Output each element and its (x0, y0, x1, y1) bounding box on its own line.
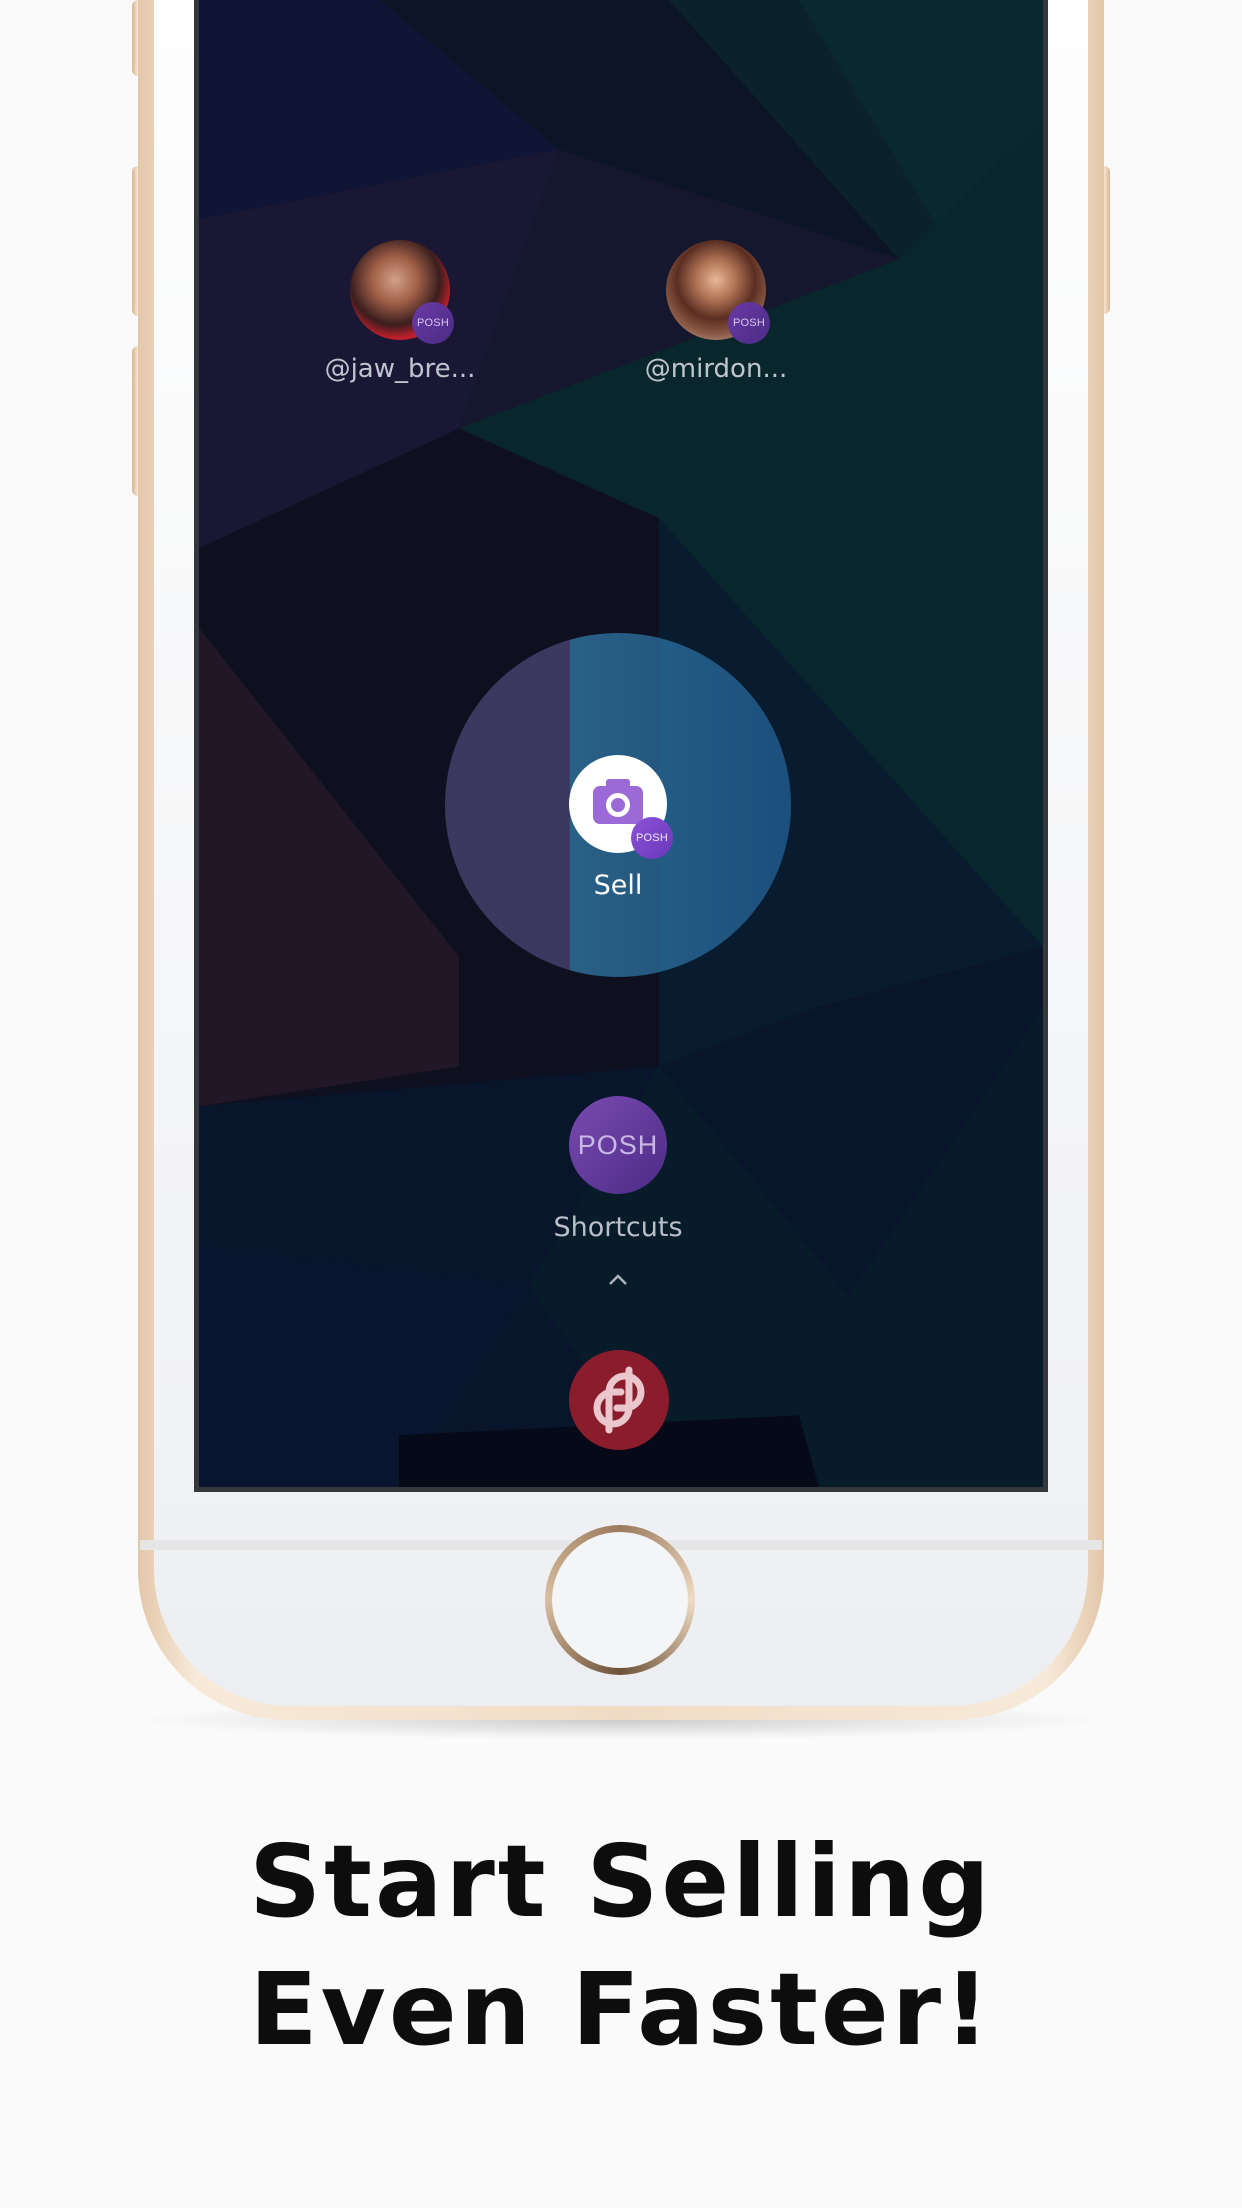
posh-badge: POSH (412, 302, 454, 344)
poshmark-logo-icon (593, 1366, 645, 1434)
avatar: POSH (350, 240, 454, 344)
contact-shortcut[interactable]: POSH @jaw_bre... (270, 240, 530, 384)
poshmark-app-icon[interactable] (569, 1350, 669, 1450)
headline-line-2: Even Faster! (249, 1951, 993, 2068)
chevron-up-icon[interactable] (604, 1270, 632, 1290)
sell-label: Sell (593, 870, 643, 901)
posh-badge: POSH (631, 817, 673, 859)
phone-screen: POSH @jaw_bre... POSH @mirdon... POSH Se… (194, 0, 1048, 1492)
posh-shortcuts-button[interactable]: POSH (569, 1096, 667, 1194)
promo-headline: Start Selling Even Faster! (0, 1818, 1242, 2074)
contact-handle: @mirdon... (644, 354, 788, 384)
avatar: POSH (666, 240, 770, 344)
home-button-face[interactable] (552, 1532, 688, 1668)
contact-handle: @jaw_bre... (324, 354, 476, 384)
sell-shortcut-button[interactable]: POSH (569, 755, 673, 859)
contact-shortcut[interactable]: POSH @mirdon... (586, 240, 846, 384)
posh-badge: POSH (728, 302, 770, 344)
headline-line-1: Start Selling (249, 1823, 993, 1940)
shortcuts-label: Shortcuts (553, 1212, 683, 1243)
